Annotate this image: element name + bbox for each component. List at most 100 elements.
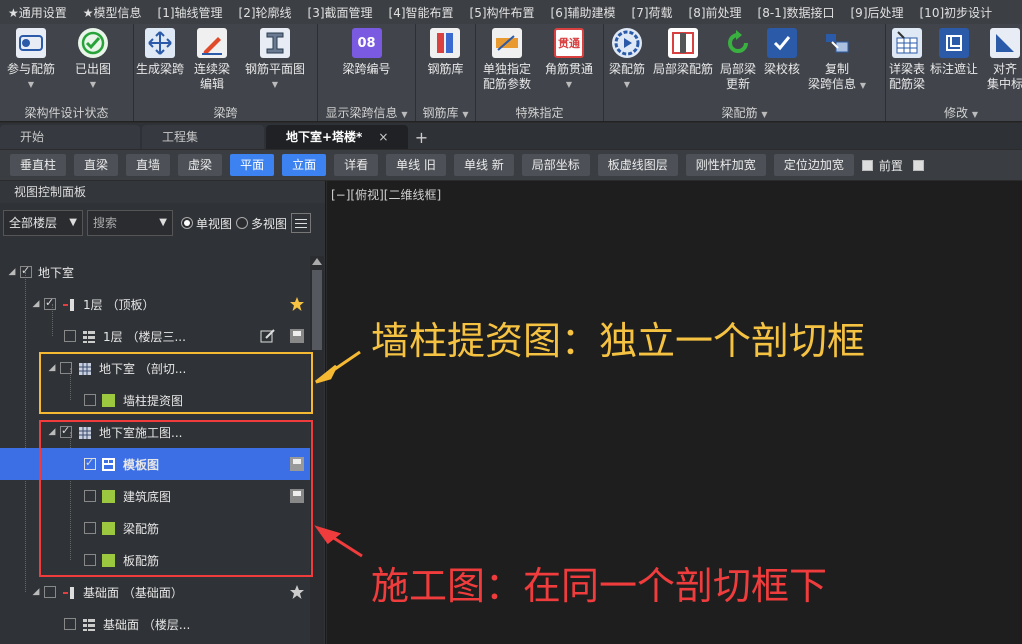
rebar-library-button[interactable]: 钢筋库 — [424, 28, 466, 77]
detail-view-button[interactable]: 详看 — [334, 154, 379, 176]
tab-start[interactable]: 开始 — [0, 125, 140, 149]
tree-checkbox[interactable] — [20, 264, 32, 278]
single-assign-button[interactable]: 单独指定 配筋参数 — [476, 28, 538, 92]
tree-item-floor1-three[interactable]: 1层 （楼层三... — [0, 320, 310, 352]
vertical-column-button[interactable]: 垂直柱 — [10, 154, 67, 176]
shield-check-icon — [767, 28, 797, 58]
beam-reinforcement-button[interactable]: 梁配筋 ▼ — [604, 28, 650, 92]
bring-front-checkbox[interactable]: 前置 — [861, 157, 903, 174]
rebar-plan-button[interactable]: 钢筋平面图 ▼ — [238, 28, 312, 92]
straight-wall-button[interactable]: 直墙 — [126, 154, 171, 176]
copy-span-info-button[interactable]: 复制 梁跨信息 ▼ — [804, 28, 870, 93]
ribbon-group-rebar-library: 钢筋库 钢筋库 ▼ — [416, 24, 476, 121]
star-icon[interactable] — [289, 296, 305, 312]
tree-item-foundation-floor[interactable]: 基础面 （楼层... — [0, 608, 310, 640]
collapse-icon[interactable]: ◢ — [6, 267, 18, 277]
local-beam-reinforcement-button[interactable]: 局部梁配筋 — [650, 28, 716, 77]
menu-bar: ★通用设置 ★模型信息 [1]轴线管理 [2]轮廓线 [3]截面管理 [4]智能… — [0, 0, 1022, 24]
menu-preprocess[interactable]: [8]前处理 — [681, 4, 750, 21]
locate-edge-widen-button[interactable]: 定位边加宽 — [773, 154, 854, 176]
menu-model-info[interactable]: ★模型信息 — [75, 4, 150, 21]
ribbon-group-beam-span: 生成梁跨 连续梁 编辑 钢筋平面图 ▼ 梁跨 — [134, 24, 318, 121]
yellow-highlight-frame — [39, 352, 313, 414]
collapse-icon[interactable]: ◢ — [30, 587, 42, 597]
beam-span-number-button[interactable]: 08 梁跨编号 — [332, 28, 402, 77]
menu-section[interactable]: [3]截面管理 — [300, 4, 381, 21]
participate-reinforcement-button[interactable]: 参与配筋 ▼ — [0, 28, 62, 92]
menu-general-settings[interactable]: ★通用设置 — [0, 4, 75, 21]
panel-title: 视图控制面板 — [0, 181, 325, 203]
menu-member-layout[interactable]: [5]构件布置 — [462, 4, 543, 21]
menu-load[interactable]: [7]荷载 — [624, 4, 681, 21]
menu-aux-modeling[interactable]: [6]辅助建模 — [543, 4, 624, 21]
local-coordinate-button[interactable]: 局部坐标 — [521, 154, 590, 176]
rigid-bar-widen-button[interactable]: 刚性杆加宽 — [685, 154, 766, 176]
tree-item-floor1-top[interactable]: ◢ 1层 （顶板） — [0, 288, 310, 320]
menu-contour[interactable]: [2]轮廓线 — [231, 4, 300, 21]
ribbon-group-label: 梁跨 — [213, 106, 238, 120]
continuous-beam-edit-button[interactable]: 连续梁 编辑 — [186, 28, 238, 92]
floor-icon — [62, 586, 75, 599]
slab-dashed-layer-button[interactable]: 板虚线图层 — [597, 154, 678, 176]
search-placeholder: 搜索 — [93, 216, 118, 230]
label-avoid-button[interactable]: 标注遮让 — [928, 28, 980, 77]
chevron-down-icon: ▼ — [462, 110, 469, 119]
generate-beam-span-label: 生成梁跨 — [136, 62, 185, 76]
tree-item-basement[interactable]: ◢ 地下室 — [0, 256, 310, 288]
tree-checkbox[interactable] — [64, 618, 76, 630]
detail-beam-table-button[interactable]: 详梁表 配筋梁 — [886, 28, 928, 92]
tree-item-foundation[interactable]: ◢ 基础面 （基础面） — [0, 576, 310, 608]
tree-checkbox[interactable] — [64, 330, 76, 342]
corner-rebar-through-button[interactable]: 贯通 角筋贯通 ▼ — [538, 28, 600, 92]
menu-prelim-design[interactable]: [10]初步设计 — [912, 4, 1001, 21]
menu-smart-layout[interactable]: [4]智能布置 — [381, 4, 462, 21]
menu-postprocess[interactable]: [9]后处理 — [843, 4, 912, 21]
extra-checkbox[interactable] — [912, 159, 930, 171]
add-tab-button[interactable]: + — [410, 127, 432, 149]
align-concentrate-button[interactable]: 对齐 集中标 — [980, 28, 1022, 92]
menu-axis[interactable]: [1]轴线管理 — [150, 4, 231, 21]
collapse-icon[interactable]: ◢ — [30, 299, 42, 309]
single-view-radio[interactable]: 单视图 — [181, 215, 232, 232]
tab-basement-tower[interactable]: 地下室+塔楼* × — [266, 125, 409, 149]
multi-view-radio[interactable]: 多视图 — [236, 215, 287, 232]
save-view-icon[interactable] — [289, 328, 305, 344]
star-outline-icon[interactable] — [289, 584, 305, 600]
ribbon-group-beam-reinforcement: 梁配筋 ▼ 局部梁配筋 局部梁 更新 梁校核 复制 梁跨信息 ▼ 梁配筋 ▼ — [604, 24, 886, 121]
local-beam-update-button[interactable]: 局部梁 更新 — [716, 28, 760, 92]
drawn-button[interactable]: 已出图 ▼ — [62, 28, 124, 92]
ribbon: 参与配筋 ▼ 已出图 ▼ 梁构件设计状态 生成梁跨 连续梁 编辑 钢筋平面图 ▼… — [0, 24, 1022, 122]
elevation-view-button[interactable]: 立面 — [282, 154, 327, 176]
scroll-thumb[interactable] — [312, 270, 322, 350]
table-icon — [892, 28, 922, 58]
generate-beam-span-button[interactable]: 生成梁跨 — [134, 28, 186, 77]
floor-select[interactable]: 全部楼层 ▼ — [3, 210, 83, 236]
tab-project-set[interactable]: 工程集 — [142, 125, 264, 149]
rebar-library-label: 钢筋库 — [427, 62, 464, 76]
hamburger-menu-icon[interactable] — [291, 213, 312, 233]
red-highlight-frame — [39, 420, 313, 577]
assign-arrow-icon — [492, 28, 522, 58]
tree-checkbox[interactable] — [44, 586, 56, 598]
single-line-new-button[interactable]: 单线 新 — [453, 154, 514, 176]
virtual-beam-button[interactable]: 虚梁 — [178, 154, 223, 176]
beam-check-button[interactable]: 梁校核 — [760, 28, 804, 77]
local-beam-reinforcement-label: 局部梁配筋 — [653, 62, 714, 76]
straight-beam-button[interactable]: 直梁 — [74, 154, 119, 176]
pencil-icon — [197, 28, 227, 58]
menu-data-interface[interactable]: [8-1]数据接口 — [750, 4, 843, 21]
scroll-up-icon[interactable] — [312, 258, 322, 265]
single-line-old-button[interactable]: 单线 旧 — [386, 154, 446, 176]
viewport-label[interactable]: [−][俯视][二维线框] — [331, 186, 441, 203]
beam-toggle-icon — [16, 28, 46, 58]
local-beam-label: 局部梁 — [719, 62, 756, 76]
move-arrows-icon — [145, 28, 175, 58]
annotation-wall-column: 墙柱提资图：独立一个剖切框 — [371, 319, 866, 363]
rebar-plan-label: 钢筋平面图 — [244, 62, 305, 76]
checkbox-box — [912, 159, 924, 171]
close-icon[interactable]: × — [378, 130, 388, 144]
plan-view-button[interactable]: 平面 — [230, 154, 275, 176]
edit-view-icon[interactable] — [260, 328, 276, 344]
search-input[interactable]: 搜索 ▼ — [87, 210, 173, 236]
tree-checkbox[interactable] — [44, 296, 56, 310]
